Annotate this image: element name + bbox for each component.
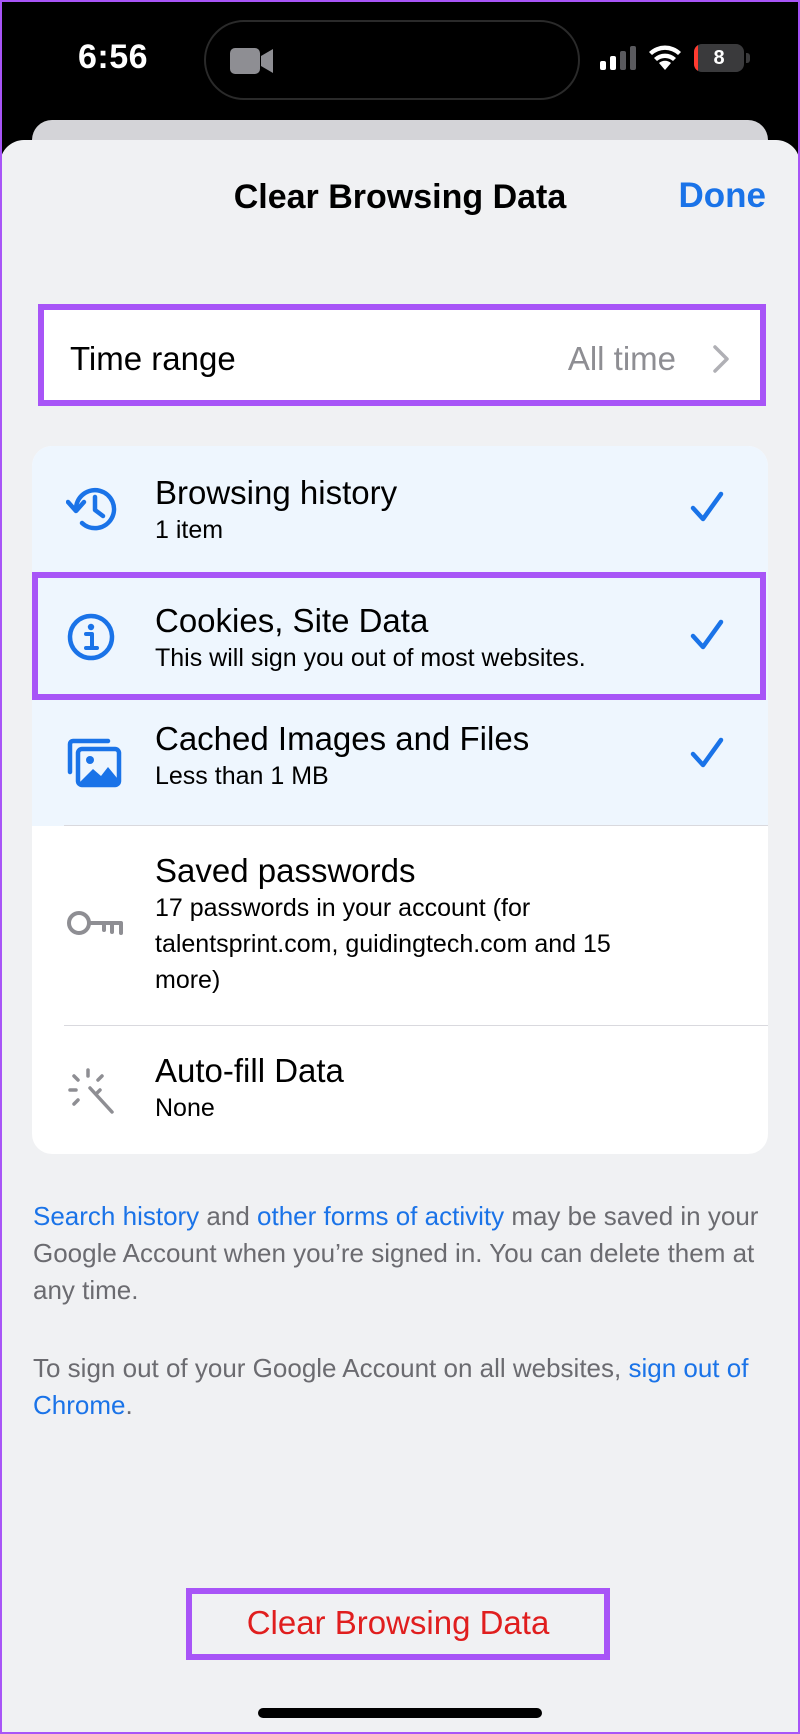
status-time: 6:56 [78, 38, 149, 76]
checkmark-icon [690, 737, 724, 768]
activity-footnote: Search history and other forms of activi… [33, 1198, 773, 1309]
time-range-row[interactable]: Time range All time [38, 304, 766, 406]
item-subtitle: Less than 1 MB [155, 762, 329, 790]
history-icon [66, 487, 117, 531]
images-icon [67, 738, 122, 788]
item-title: Saved passwords [155, 852, 416, 889]
other-activity-link[interactable]: other forms of activity [257, 1201, 504, 1231]
magic-wand-icon [68, 1068, 114, 1114]
cellular-signal-icon [600, 46, 636, 70]
wifi-icon [649, 45, 681, 70]
battery-level: 8 [713, 47, 725, 69]
search-history-link[interactable]: Search history [33, 1201, 199, 1231]
info-icon [67, 613, 115, 661]
item-subtitle: 17 passwords in your account (for talent… [155, 894, 611, 994]
item-subtitle: 1 item [155, 516, 224, 544]
list-item-cookies[interactable]: Cookies, Site Data This will sign you ou… [32, 570, 768, 700]
list-item-cached-images[interactable]: Cached Images and Files Less than 1 MB [32, 700, 768, 826]
key-icon [67, 911, 123, 935]
item-title: Browsing history [155, 474, 398, 511]
time-range-value: All time [567, 340, 676, 377]
clear-browsing-data-button[interactable]: Clear Browsing Data [186, 1588, 610, 1660]
item-subtitle: This will sign you out of most websites. [155, 644, 586, 672]
item-title: Cached Images and Files [155, 720, 530, 757]
sign-out-footnote: To sign out of your Google Account on al… [33, 1350, 773, 1424]
battery-icon: 8 [694, 44, 744, 72]
status-bar: 6:56 8 [0, 0, 800, 120]
footnote-text: To sign out of your Google Account on al… [33, 1353, 629, 1383]
chevron-right-icon [713, 345, 729, 373]
video-camera-icon [230, 48, 273, 74]
list-item-autofill[interactable]: Auto-fill Data None [32, 1026, 768, 1154]
checkmark-icon [690, 619, 724, 650]
checkmark-icon [690, 491, 724, 522]
time-range-label: Time range [70, 340, 236, 377]
home-indicator [258, 1708, 542, 1718]
list-item-browsing-history[interactable]: Browsing history 1 item [32, 446, 768, 570]
dynamic-island [204, 20, 580, 100]
done-button[interactable]: Done [679, 176, 767, 216]
item-title: Auto-fill Data [155, 1052, 344, 1089]
footnote-text: . [125, 1390, 133, 1420]
footnote-text: and [199, 1201, 258, 1231]
list-item-saved-passwords[interactable]: Saved passwords 17 passwords in your acc… [32, 826, 768, 1026]
item-subtitle: None [155, 1094, 215, 1122]
battery-cap [746, 53, 750, 63]
data-types-list: Browsing history 1 item Cookies, Site Da… [32, 446, 768, 1154]
item-title: Cookies, Site Data [155, 602, 429, 639]
